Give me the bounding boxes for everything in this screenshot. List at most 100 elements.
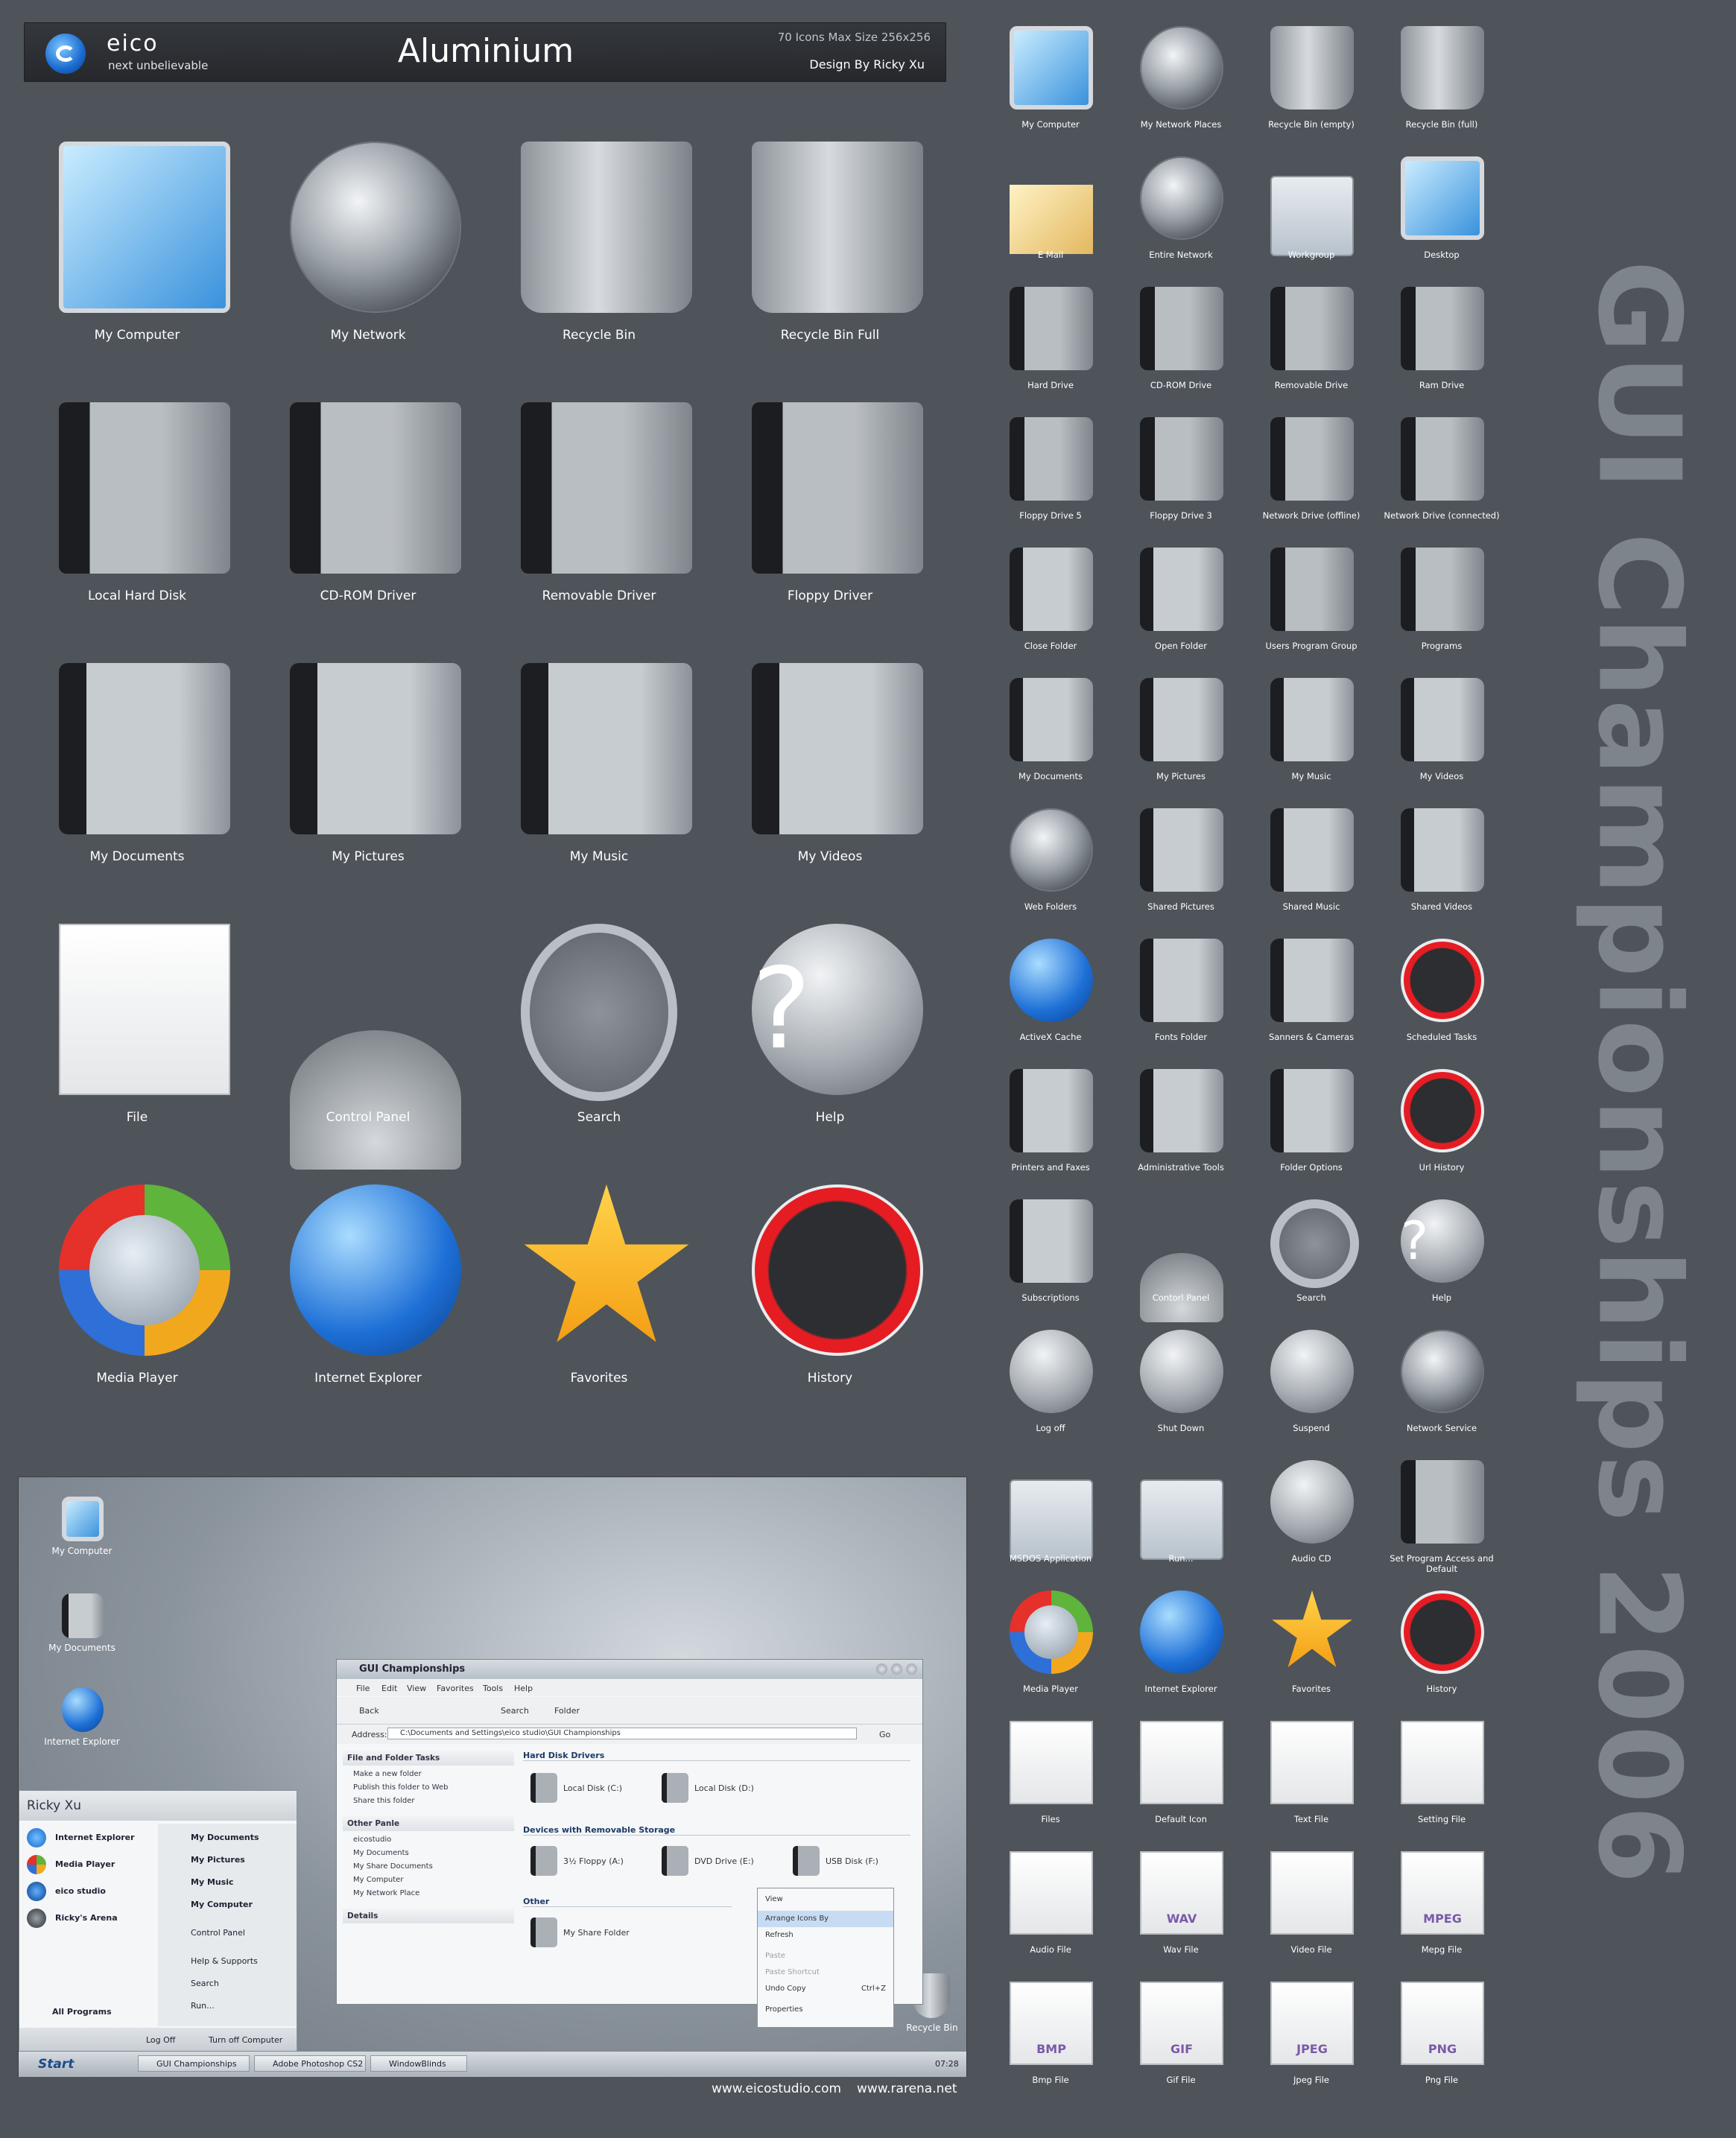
start-item-my-documents[interactable]: My Documents (191, 1833, 259, 1842)
icon-tile-printers-and-faxes[interactable]: Printers and Faxes (987, 1065, 1114, 1192)
icon-tile-cd-rom-driver[interactable]: CD-ROM Driver (256, 395, 480, 648)
icon-tile-jpeg-file[interactable]: JPEG Jpeg File (1248, 1978, 1375, 2104)
icon-tile-recycle-bin-full[interactable]: Recycle Bin Full (718, 134, 942, 387)
icon-tile-shared-music[interactable]: Shared Music (1248, 805, 1375, 931)
other-place-item[interactable]: My Share Documents (353, 1862, 433, 1871)
minimize-button[interactable] (876, 1663, 887, 1675)
icon-tile-favorites[interactable]: Favorites (1248, 1587, 1375, 1713)
task-share-folder[interactable]: Share this folder (353, 1797, 415, 1805)
icon-tile-files[interactable]: Files (987, 1717, 1114, 1844)
icon-tile-log-off[interactable]: Log off (987, 1326, 1114, 1453)
icon-tile-cd-rom-drive[interactable]: CD-ROM Drive (1118, 283, 1244, 410)
start-item-rickys-arena[interactable]: Ricky's Arena (55, 1913, 118, 1923)
icon-tile-scheduled-tasks[interactable]: Scheduled Tasks (1378, 935, 1505, 1062)
desktop-icon-my-documents[interactable]: My Documents (34, 1593, 130, 1683)
icon-tile-removable-drive[interactable]: Removable Drive (1248, 283, 1375, 410)
ctx-undo-copy[interactable]: Undo Copy Ctrl+Z (758, 1981, 893, 1997)
icon-tile-help[interactable]: ? Help (1378, 1196, 1505, 1322)
log-off-button[interactable]: Log Off (146, 2035, 175, 2045)
icon-tile-my-network[interactable]: My Network (256, 134, 480, 387)
icon-tile-network-drive-connected[interactable]: Network Drive (connected) (1378, 413, 1505, 540)
start-item-search[interactable]: Search (191, 1979, 219, 1988)
icon-tile-video-file[interactable]: Video File (1248, 1847, 1375, 1974)
go-button[interactable]: Go (879, 1730, 890, 1739)
icon-tile-media-player[interactable]: Media Player (987, 1587, 1114, 1713)
icon-tile-msdos-application[interactable]: MSDOS Application (987, 1456, 1114, 1583)
start-button[interactable]: Start (22, 2055, 90, 2074)
icon-tile-default-icon[interactable]: Default Icon (1118, 1717, 1244, 1844)
icon-tile-contorl-panel[interactable]: Contorl Panel (1118, 1196, 1244, 1322)
icon-tile-my-network-places[interactable]: My Network Places (1118, 22, 1244, 149)
icon-tile-desktop[interactable]: Desktop (1378, 153, 1505, 279)
ctx-properties[interactable]: Properties (758, 2002, 893, 2018)
icon-tile-my-music[interactable]: My Music (487, 656, 711, 909)
icon-tile-my-pictures[interactable]: My Pictures (1118, 674, 1244, 801)
icon-tile-shut-down[interactable]: Shut Down (1118, 1326, 1244, 1453)
icon-tile-help[interactable]: ? Help (718, 916, 942, 1170)
icon-tile-floppy-driver[interactable]: Floppy Driver (718, 395, 942, 648)
start-item-eico-studio[interactable]: eico studio (55, 1886, 106, 1896)
icon-tile-my-music[interactable]: My Music (1248, 674, 1375, 801)
icon-tile-activex-cache[interactable]: ActiveX Cache (987, 935, 1114, 1062)
icon-tile-png-file[interactable]: PNG Png File (1378, 1978, 1505, 2104)
icon-tile-suspend[interactable]: Suspend (1248, 1326, 1375, 1453)
icon-tile-my-documents[interactable]: My Documents (25, 656, 249, 909)
window-title-bar[interactable]: GUI Championships (337, 1660, 922, 1679)
icon-tile-media-player[interactable]: Media Player (25, 1177, 249, 1430)
other-place-item[interactable]: My Computer (353, 1876, 403, 1884)
start-item-media-player[interactable]: Media Player (55, 1859, 115, 1869)
icon-tile-mepg-file[interactable]: MPEG Mepg File (1378, 1847, 1505, 1974)
start-item-my-computer[interactable]: My Computer (191, 1900, 253, 1909)
other-place-item[interactable]: eicostudio (353, 1836, 391, 1844)
icon-tile-floppy-drive-3[interactable]: Floppy Drive 3 (1118, 413, 1244, 540)
icon-tile-favorites[interactable]: Favorites (487, 1177, 711, 1430)
all-programs-button[interactable]: All Programs (52, 2007, 112, 2017)
start-item-run[interactable]: Run... (191, 2001, 215, 2011)
icon-tile-set-program-access-and-default[interactable]: Set Program Access and Default (1378, 1456, 1505, 1583)
icon-tile-shared-pictures[interactable]: Shared Pictures (1118, 805, 1244, 931)
icon-tile-open-folder[interactable]: Open Folder (1118, 544, 1244, 670)
icon-tile-setting-file[interactable]: Setting File (1378, 1717, 1505, 1844)
search-button[interactable]: Search (501, 1706, 529, 1716)
close-button[interactable] (906, 1663, 917, 1675)
start-item-help[interactable]: Help & Supports (191, 1956, 258, 1966)
taskbar-item[interactable]: WindowBlinds (370, 2055, 467, 2072)
icon-tile-network-service[interactable]: Network Service (1378, 1326, 1505, 1453)
icon-tile-my-computer[interactable]: My Computer (987, 22, 1114, 149)
icon-tile-workgroup[interactable]: Workgroup (1248, 153, 1375, 279)
icon-tile-shared-videos[interactable]: Shared Videos (1378, 805, 1505, 931)
icon-tile-audio-file[interactable]: Audio File (987, 1847, 1114, 1974)
start-item-my-music[interactable]: My Music (191, 1877, 234, 1887)
icon-tile-url-history[interactable]: Url History (1378, 1065, 1505, 1192)
icon-tile-search[interactable]: Search (1248, 1196, 1375, 1322)
back-button[interactable]: Back (359, 1706, 379, 1716)
menu-favorites[interactable]: Favorites (437, 1684, 474, 1693)
icon-tile-fonts-folder[interactable]: Fonts Folder (1118, 935, 1244, 1062)
icon-tile-recycle-bin[interactable]: Recycle Bin (487, 134, 711, 387)
other-place-item[interactable]: My Network Place (353, 1889, 419, 1897)
icon-tile-history[interactable]: History (718, 1177, 942, 1430)
icon-tile-floppy-drive-5[interactable]: Floppy Drive 5 (987, 413, 1114, 540)
other-place-item[interactable]: My Documents (353, 1849, 409, 1857)
icon-tile-history[interactable]: History (1378, 1587, 1505, 1713)
menu-view[interactable]: View (407, 1684, 426, 1693)
desktop-icon-my-computer[interactable]: My Computer (34, 1497, 130, 1586)
menu-file[interactable]: File (356, 1684, 370, 1693)
icon-tile-text-file[interactable]: Text File (1248, 1717, 1375, 1844)
icon-tile-e-mail[interactable]: E Mail (987, 153, 1114, 279)
icon-tile-run[interactable]: Run... (1118, 1456, 1244, 1583)
turn-off-button[interactable]: Turn off Computer (209, 2035, 282, 2045)
desktop-icon-internet-explorer[interactable]: Internet Explorer (34, 1687, 130, 1777)
icon-tile-my-documents[interactable]: My Documents (987, 674, 1114, 801)
icon-tile-audio-cd[interactable]: Audio CD (1248, 1456, 1375, 1583)
taskbar-item[interactable]: Adobe Photoshop CS2 (254, 2055, 366, 2072)
folder-button[interactable]: Folder (554, 1706, 580, 1716)
icon-tile-removable-driver[interactable]: Removable Driver (487, 395, 711, 648)
icon-tile-administrative-tools[interactable]: Administrative Tools (1118, 1065, 1244, 1192)
icon-tile-users-program-group[interactable]: Users Program Group (1248, 544, 1375, 670)
icon-tile-recycle-bin-full[interactable]: Recycle Bin (full) (1378, 22, 1505, 149)
start-item-my-pictures[interactable]: My Pictures (191, 1855, 245, 1865)
task-make-folder[interactable]: Make a new folder (353, 1770, 422, 1778)
start-item-ie[interactable]: Internet Explorer (55, 1833, 135, 1842)
ctx-paste[interactable]: Paste (758, 1948, 893, 1964)
